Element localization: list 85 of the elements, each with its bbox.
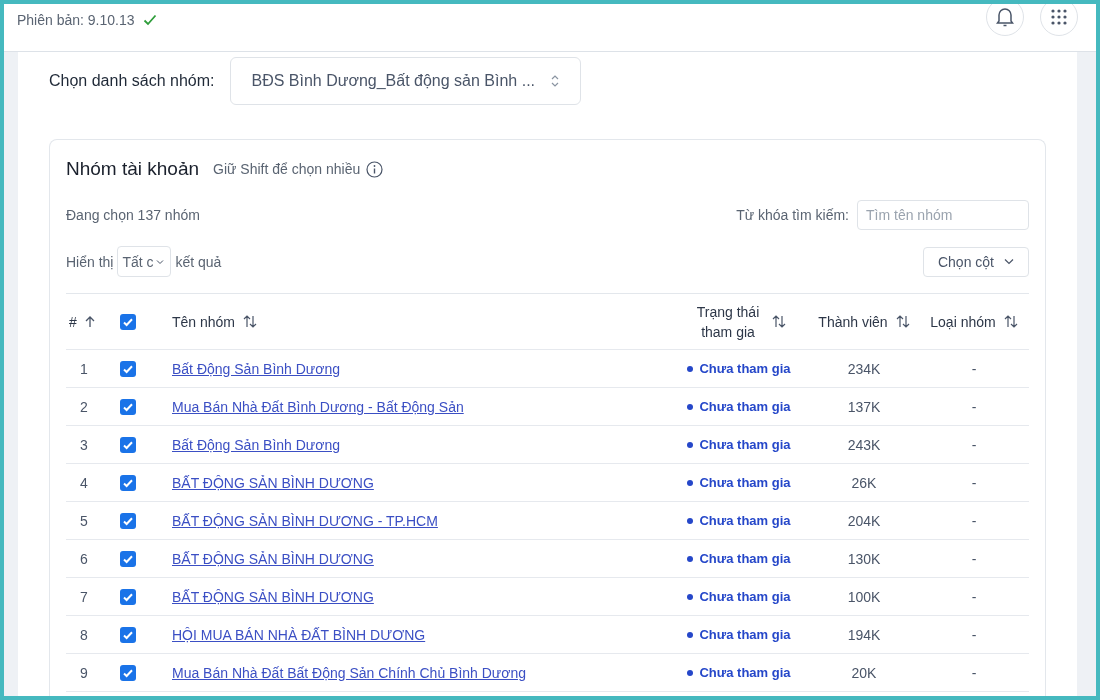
table-cell: - [971,398,977,415]
table-cell: - [971,588,977,605]
row-number: 1 [80,360,88,377]
column-header[interactable]: Trạng thái tham gia [692,301,764,342]
checkbox[interactable] [120,398,136,415]
sort-icon[interactable] [772,315,786,328]
grid-icon [1051,9,1067,25]
checkbox[interactable] [120,664,136,681]
group-link[interactable]: HỘI MUA BÁN NHÀ ĐẤT BÌNH DƯƠNG [172,626,426,643]
status-text: Chưa tham gia [699,665,791,680]
status-text: Chưa tham gia [699,589,791,604]
show-label: Hiển thị [66,253,114,270]
arrow-up-icon[interactable] [84,315,95,328]
status-text: Chưa tham gia [699,399,791,414]
card-title: Nhóm tài khoản [66,158,200,180]
column-header[interactable]: Loại nhóm [930,311,996,332]
table-cell: 20K [851,664,877,681]
bell-icon [996,7,1014,27]
table-cell: 243K [847,436,881,453]
table-cell: 130K [847,550,881,567]
table-cell: - [971,626,977,643]
column-picker-button[interactable]: Chọn cột [923,246,1029,277]
checkbox[interactable] [120,588,136,605]
search-label: Từ khóa tìm kiếm: [736,207,849,223]
status-text: Chưa tham gia [699,513,791,528]
status-text: Chưa tham gia [699,551,791,566]
page-size-select[interactable]: Tất c [117,246,172,277]
group-link[interactable]: Bất Động Sản Bình Dương [172,436,340,453]
status-text: Chưa tham gia [699,627,791,642]
column-header[interactable]: Thành viên [818,311,888,332]
checkbox[interactable] [120,512,136,529]
row-number: 6 [80,550,88,567]
status-text: Chưa tham gia [699,475,791,490]
checkbox[interactable] [120,360,136,377]
row-number: 2 [80,398,88,415]
table-cell: 234K [847,360,881,377]
status-text: Chưa tham gia [699,437,791,452]
search-field[interactable]: Tìm tên nhóm [857,200,1029,230]
hint-text: Giữ Shift để chọn nhiều [213,161,361,177]
row-number: 4 [80,474,88,491]
table-cell: 194K [847,626,881,643]
group-link[interactable]: Mua Bán Nhà Đất Bình Dương - Bất Động Sản [172,398,464,415]
table-cell: - [971,512,977,529]
row-number: 8 [80,626,88,643]
column-header[interactable]: Tên nhóm [172,311,236,332]
row-number: 7 [80,588,88,605]
show-suffix: kết quả [175,253,222,270]
version-label: Phiên bản: 9.10.13 [17,12,135,28]
selected-count: Đang chọn 137 nhóm [66,207,200,223]
group-link[interactable]: Bất Động Sản Bình Dương [172,360,340,377]
checkbox[interactable] [120,626,136,643]
chevron-down-icon [155,258,164,265]
status-text: Chưa tham gia [699,361,791,376]
row-number: 9 [80,664,88,681]
table-cell: - [971,436,977,453]
sort-icon[interactable] [1003,315,1018,328]
checkbox[interactable] [120,436,136,453]
table-cell: - [971,664,977,681]
sort-icon[interactable] [243,315,258,328]
row-number: 3 [80,436,88,453]
table-cell: 137K [847,398,881,415]
row-number: 5 [80,512,88,529]
chevron-down-icon [1004,258,1014,265]
group-link[interactable]: BẤT ĐỘNG SẢN BÌNH DƯƠNG - TP.HCM [172,512,438,529]
group-link[interactable]: Mua Bán Nhà Đất Bất Động Sản Chính Chủ Bình Dương [172,664,526,681]
table-cell: 204K [847,512,881,529]
group-link[interactable]: BẤT ĐỘNG SẢN BÌNH DƯƠNG [172,588,374,605]
sort-icon[interactable] [895,315,910,328]
table-cell: 100K [847,588,881,605]
checkbox[interactable] [120,550,136,567]
table-cell: - [971,550,977,567]
group-link[interactable]: BẤT ĐỘNG SẢN BÌNH DƯƠNG [172,474,374,491]
info-icon[interactable] [366,160,384,178]
table-cell: 26K [851,474,877,491]
group-list-select[interactable]: BĐS Bình Dương_Bất động sản Bình ... [230,56,582,105]
checkbox[interactable] [120,313,136,330]
notification-button[interactable] [986,4,1024,36]
table-cell: - [971,474,977,491]
column-header[interactable]: # [69,311,77,332]
group-link[interactable]: BẤT ĐỘNG SẢN BÌNH DƯƠNG [172,550,374,567]
checkbox[interactable] [120,474,136,491]
updown-icon [550,73,561,88]
apps-button[interactable] [1040,4,1078,36]
table-cell: - [971,360,977,377]
group-list-label: Chọn danh sách nhóm: [49,71,215,90]
